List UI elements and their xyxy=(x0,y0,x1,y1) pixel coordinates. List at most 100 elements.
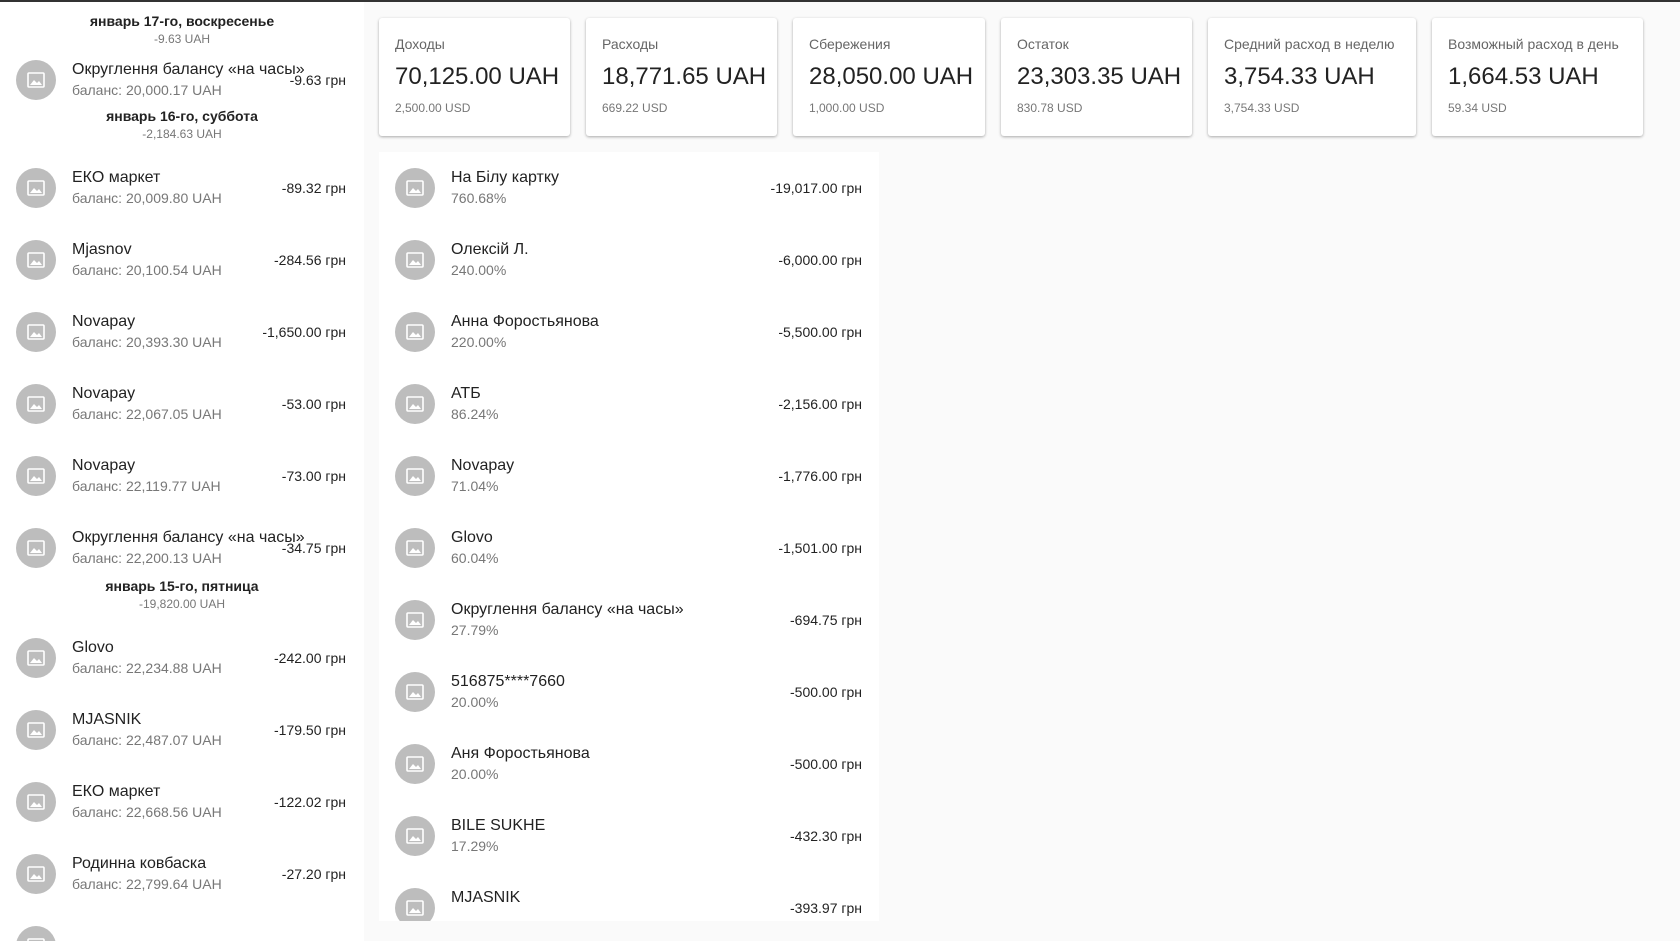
expense-row[interactable]: Glovo 60.04% -1,501.00 грн xyxy=(379,512,879,584)
transaction-amount: -27.20 грн xyxy=(281,866,346,882)
stat-sub-value: 669.22 USD xyxy=(602,101,668,115)
transaction-row[interactable]: Novapay баланс: 20,393.30 UAH -1,650.00 … xyxy=(0,296,364,368)
transaction-row[interactable]: Novapay баланс: 22,119.77 UAH -73.00 грн xyxy=(0,440,364,512)
stat-value: 3,754.33 UAH xyxy=(1224,63,1375,90)
expense-name: MJASNIK xyxy=(451,889,521,906)
image-placeholder-icon xyxy=(395,816,435,856)
expense-row[interactable]: MJASNIK -393.97 грн xyxy=(379,872,879,921)
expense-row[interactable]: Novapay 71.04% -1,776.00 грн xyxy=(379,440,879,512)
transactions-panel[interactable]: январь 17-го, воскресенье -9.63 UAH Окру… xyxy=(0,2,364,941)
transaction-row[interactable]: MJASNIK баланс: 22,487.07 UAH -179.50 гр… xyxy=(0,694,364,766)
expense-row[interactable]: Аня Форостьянова 20.00% -500.00 грн xyxy=(379,728,879,800)
transaction-balance: баланс: 22,799.64 UAH xyxy=(72,876,222,892)
image-placeholder-icon xyxy=(16,528,56,568)
stat-value: 1,664.53 UAH xyxy=(1448,63,1599,90)
expense-name: 516875****7660 xyxy=(451,673,565,690)
transaction-row[interactable]: Родинна ковбаска баланс: 22,799.64 UAH -… xyxy=(0,838,364,910)
transaction-balance: баланс: 20,009.80 UAH xyxy=(72,190,222,206)
transaction-row[interactable]: Округлення балансу «на часы» баланс: 20,… xyxy=(0,44,364,114)
expense-row[interactable]: На Білу картку 760.68% -19,017.00 грн xyxy=(379,152,879,224)
image-placeholder-icon xyxy=(395,312,435,352)
transaction-name: ЕКО маркет xyxy=(72,783,161,800)
transaction-name: Родинна ковбаска xyxy=(72,855,207,872)
transaction-name: Округлення балансу «на часы» xyxy=(72,529,305,546)
transaction-row[interactable] xyxy=(0,910,364,941)
transaction-balance: баланс: 22,487.07 UAH xyxy=(72,732,222,748)
image-placeholder-icon xyxy=(16,782,56,822)
image-placeholder-icon xyxy=(16,240,56,280)
transaction-row[interactable]: Округлення балансу «на часы» баланс: 22,… xyxy=(0,512,364,578)
day-sum: -19,820.00 UAH xyxy=(138,597,226,611)
day-header: январь 15-го, пятница -19,820.00 UAH xyxy=(0,578,364,622)
transaction-balance: баланс: 22,200.13 UAH xyxy=(72,550,222,566)
image-placeholder-icon xyxy=(16,638,56,678)
transaction-amount: -9.63 грн xyxy=(289,72,346,88)
stat-value: 70,125.00 UAH xyxy=(395,63,560,90)
transaction-amount: -122.02 грн xyxy=(274,794,346,810)
image-placeholder-icon xyxy=(16,854,56,894)
expense-row[interactable]: Округлення балансу «на часы» 27.79% -694… xyxy=(379,584,879,656)
expense-name: BILE SUKHE xyxy=(451,817,546,834)
expense-percent: 220.00% xyxy=(451,334,507,350)
stat-sub-value: 59.34 USD xyxy=(1448,101,1507,115)
image-placeholder-icon xyxy=(395,600,435,640)
image-placeholder-icon xyxy=(395,168,435,208)
transaction-row[interactable]: Glovo баланс: 22,234.88 UAH -242.00 грн xyxy=(0,622,364,694)
expense-amount: -500.00 грн xyxy=(790,684,862,700)
transaction-row[interactable]: Novapay баланс: 22,067.05 UAH -53.00 грн xyxy=(0,368,364,440)
image-placeholder-icon xyxy=(16,710,56,750)
stat-label: Остаток xyxy=(1017,36,1069,52)
transaction-name: ЕКО маркет xyxy=(72,169,161,186)
transaction-row[interactable]: ЕКО маркет баланс: 22,668.56 UAH -122.02… xyxy=(0,766,364,838)
transaction-amount: -284.56 грн xyxy=(274,252,346,268)
stat-label: Возможный расход в день xyxy=(1448,36,1619,52)
expense-breakdown-list[interactable]: На Білу картку 760.68% -19,017.00 грн Ол… xyxy=(379,152,879,921)
expense-amount: -19,017.00 грн xyxy=(770,180,862,196)
transaction-name: Округлення балансу «на часы» xyxy=(72,61,305,78)
image-placeholder-icon xyxy=(16,926,56,941)
stat-sub-value: 2,500.00 USD xyxy=(395,101,471,115)
stat-label: Расходы xyxy=(602,36,659,52)
stat-card-remainder: Остаток 23,303.35 UAH 830.78 USD xyxy=(1001,18,1192,136)
transaction-amount: -53.00 грн xyxy=(281,396,346,412)
image-placeholder-icon xyxy=(16,384,56,424)
expense-row[interactable]: 516875****7660 20.00% -500.00 грн xyxy=(379,656,879,728)
expense-percent: 20.00% xyxy=(451,694,499,710)
expense-amount: -500.00 грн xyxy=(790,756,862,772)
stat-card-savings: Сбережения 28,050.00 UAH 1,000.00 USD xyxy=(793,18,985,136)
transaction-name: MJASNIK xyxy=(72,711,142,728)
transaction-row[interactable]: ЕКО маркет баланс: 20,009.80 UAH -89.32 … xyxy=(0,152,364,224)
day-title: январь 15-го, пятница xyxy=(105,578,259,594)
expense-percent: 27.79% xyxy=(451,622,499,638)
transaction-balance: баланс: 22,067.05 UAH xyxy=(72,406,222,422)
transaction-name: Novapay xyxy=(72,457,136,474)
image-placeholder-icon xyxy=(16,60,56,100)
expense-row[interactable]: BILE SUKHE 17.29% -432.30 грн xyxy=(379,800,879,872)
expense-row[interactable]: АТБ 86.24% -2,156.00 грн xyxy=(379,368,879,440)
expense-amount: -1,501.00 грн xyxy=(778,540,862,556)
transaction-balance: баланс: 20,100.54 UAH xyxy=(72,262,222,278)
expense-name: Анна Форостьянова xyxy=(451,313,599,330)
expense-row[interactable]: Олексій Л. 240.00% -6,000.00 грн xyxy=(379,224,879,296)
stat-sub-value: 1,000.00 USD xyxy=(809,101,885,115)
transaction-row[interactable]: Mjasnov баланс: 20,100.54 UAH -284.56 гр… xyxy=(0,224,364,296)
stat-value: 28,050.00 UAH xyxy=(809,63,974,90)
stat-label: Доходы xyxy=(395,36,445,52)
transaction-balance: баланс: 22,234.88 UAH xyxy=(72,660,222,676)
day-title: январь 17-го, воскресенье xyxy=(89,13,275,29)
stat-card-daily-possible: Возможный расход в день 1,664.53 UAH 59.… xyxy=(1432,18,1643,136)
image-placeholder-icon xyxy=(395,384,435,424)
day-header: январь 16-го, суббота -2,184.63 UAH xyxy=(0,108,364,152)
stat-card-expenses: Расходы 18,771.65 UAH 669.22 USD xyxy=(586,18,777,136)
stat-value: 23,303.35 UAH xyxy=(1017,63,1182,90)
transaction-amount: -242.00 грн xyxy=(274,650,346,666)
image-placeholder-icon xyxy=(395,456,435,496)
expense-amount: -393.97 грн xyxy=(790,900,862,916)
image-placeholder-icon xyxy=(395,240,435,280)
transaction-name: Novapay xyxy=(72,385,136,402)
expense-name: Округлення балансу «на часы» xyxy=(451,601,684,618)
expense-row[interactable]: Анна Форостьянова 220.00% -5,500.00 грн xyxy=(379,296,879,368)
image-placeholder-icon xyxy=(16,312,56,352)
expense-name: Аня Форостьянова xyxy=(451,745,590,762)
transaction-amount: -34.75 грн xyxy=(281,540,346,556)
